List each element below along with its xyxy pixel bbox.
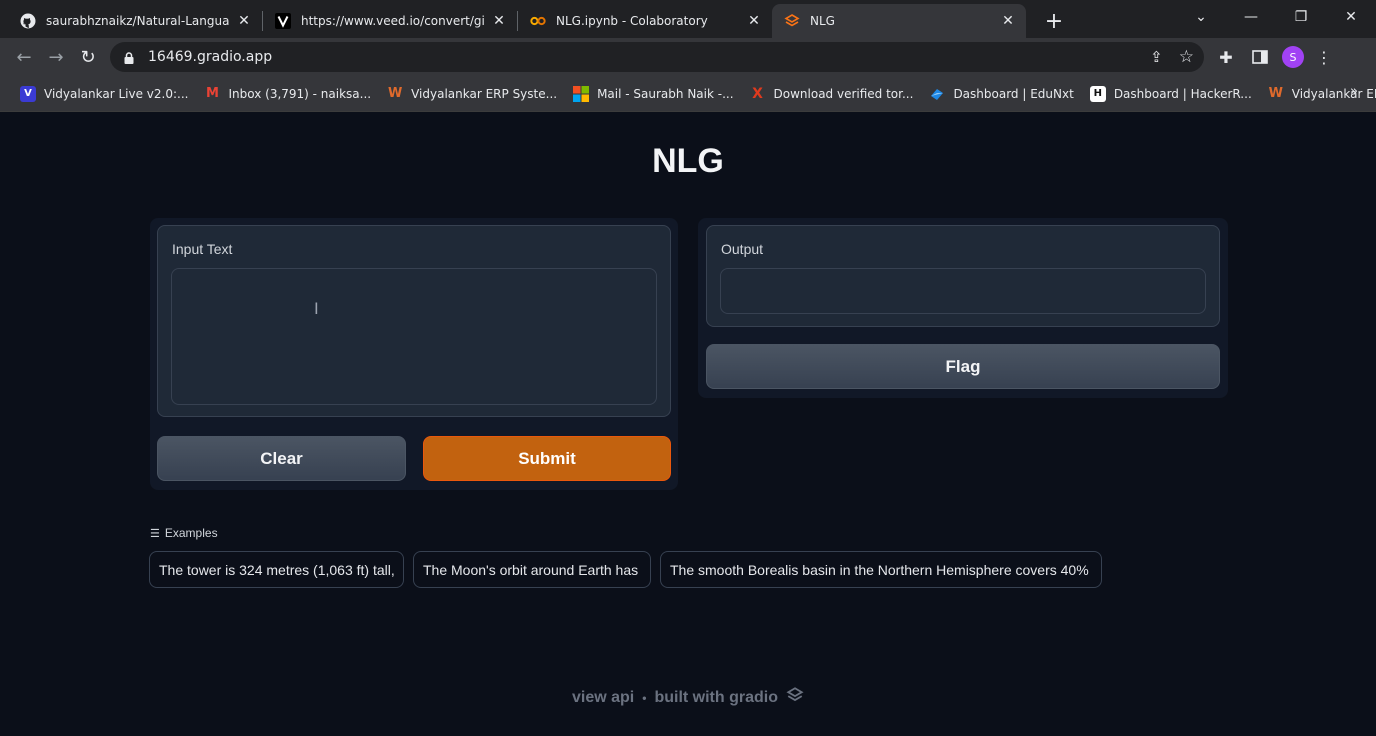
examples-header: ☰ Examples — [150, 526, 218, 540]
restore-icon[interactable]: ❐ — [1276, 0, 1326, 34]
browser-toolbar: ← → ↻ 16469.gradio.app ⇪ ☆ ✚ S ⋮ — [0, 38, 1376, 76]
microsoft-icon — [573, 85, 590, 102]
browser-chrome: saurabhznaikz/Natural-Language-Ge ✕ http… — [0, 0, 1376, 112]
url-text: 16469.gradio.app — [148, 49, 273, 65]
close-icon[interactable]: ✕ — [1000, 13, 1016, 29]
tab-veed[interactable]: https://www.veed.io/convert/gif-cor ✕ — [263, 4, 517, 38]
torrent-icon: X — [752, 85, 763, 102]
output-label: Output — [721, 241, 764, 257]
page-title: NLG — [652, 142, 724, 180]
flag-button[interactable]: Flag — [706, 344, 1220, 389]
list-icon: ☰ — [150, 527, 160, 540]
bookmark-item[interactable]: H Dashboard | HackerR... — [1082, 80, 1260, 108]
bookmark-label: Dashboard | EduNxt — [953, 86, 1074, 101]
bookmark-label: Download verified tor... — [773, 86, 914, 101]
built-with-gradio-link[interactable]: built with gradio — [654, 689, 778, 707]
text-cursor-icon: I — [314, 299, 319, 318]
reload-icon[interactable]: ↻ — [72, 41, 104, 73]
bookmark-item[interactable]: W Vidyalankar ERP Syste... — [379, 80, 565, 108]
gradio-logo-icon — [786, 686, 804, 709]
output-block: Output — [706, 225, 1220, 327]
edunxt-icon — [929, 86, 945, 102]
address-bar[interactable]: 16469.gradio.app ⇪ ☆ — [110, 42, 1204, 72]
hackerrank-icon: H — [1089, 85, 1106, 102]
bookmark-label: Dashboard | HackerR... — [1113, 86, 1252, 101]
tab-colab[interactable]: NLG.ipynb - Colaboratory ✕ — [518, 4, 772, 38]
tab-nlg[interactable]: NLG ✕ — [772, 4, 1026, 38]
bookmark-item[interactable]: M Inbox (3,791) - naiksa... — [196, 80, 379, 108]
sidebar-icon[interactable] — [1248, 50, 1272, 64]
bookmarks-bar: V Vidyalankar Live v2.0:... M Inbox (3,791… — [0, 76, 1376, 112]
vidyalankar-erp-icon: W — [387, 86, 403, 101]
back-icon[interactable]: ← — [8, 41, 40, 73]
examples-label: Examples — [164, 526, 218, 540]
bookmark-item[interactable]: W Vidyalankar ERP Syste... — [1260, 80, 1376, 108]
bookmark-item[interactable]: V Vidyalankar Live v2.0:... — [12, 80, 196, 108]
bookmark-label: Vidyalankar ERP Syste... — [1291, 86, 1376, 101]
tab-label: NLG.ipynb - Colaboratory — [556, 14, 708, 28]
close-icon[interactable]: ✕ — [746, 13, 762, 29]
close-window-icon[interactable]: ✕ — [1326, 0, 1376, 34]
share-icon[interactable]: ⇪ — [1150, 48, 1163, 66]
bookmark-item[interactable]: X Download verified tor... — [742, 80, 922, 108]
example-item[interactable]: The Moon's orbit around Earth has — [413, 551, 651, 588]
extensions-icon[interactable]: ✚ — [1214, 48, 1238, 67]
tab-label: saurabhznaikz/Natural-Language-Ge — [46, 14, 230, 28]
forward-icon[interactable]: → — [40, 41, 72, 73]
example-item[interactable]: The smooth Borealis basin in the Norther… — [660, 551, 1102, 588]
bookmark-label: Inbox (3,791) - naiksa... — [228, 86, 372, 101]
view-api-link[interactable]: view api — [572, 689, 634, 707]
submit-button[interactable]: Submit — [423, 436, 671, 481]
veed-icon — [275, 13, 291, 29]
gmail-icon: M — [206, 86, 219, 101]
avatar[interactable]: S — [1282, 46, 1304, 68]
close-icon[interactable]: ✕ — [491, 13, 507, 29]
input-block: Input Text I — [157, 225, 671, 417]
github-icon — [20, 13, 36, 29]
close-icon[interactable]: ✕ — [236, 13, 252, 29]
tab-search-icon[interactable]: ⌄ — [1176, 0, 1226, 34]
bookmark-label: Vidyalankar Live v2.0:... — [44, 86, 189, 101]
bookmark-item[interactable]: Mail - Saurabh Naik -... — [565, 80, 741, 108]
clear-button[interactable]: Clear — [157, 436, 406, 481]
example-item[interactable]: The tower is 324 metres (1,063 ft) tall, — [149, 551, 404, 588]
window-controls: ⌄ — ❐ ✕ — [1176, 0, 1376, 34]
footer: view api • built with gradio — [0, 686, 1376, 709]
bookmark-label: Vidyalankar ERP Syste... — [411, 86, 558, 101]
tab-strip: saurabhznaikz/Natural-Language-Ge ✕ http… — [0, 0, 1376, 38]
input-textarea[interactable]: I — [171, 268, 657, 405]
menu-icon[interactable]: ⋮ — [1314, 48, 1334, 67]
tab-label: NLG — [810, 14, 835, 28]
bookmark-star-icon[interactable]: ☆ — [1179, 47, 1194, 67]
minimize-icon[interactable]: — — [1226, 0, 1276, 34]
vidyalankar-erp-icon: W — [1268, 86, 1283, 101]
output-textbox[interactable] — [720, 268, 1206, 314]
bookmark-item[interactable]: Dashboard | EduNxt — [921, 80, 1081, 108]
footer-separator: • — [642, 690, 647, 705]
colab-icon — [530, 13, 546, 29]
lock-icon — [122, 50, 136, 64]
new-tab-button[interactable]: + — [1040, 7, 1068, 35]
vidyalankar-live-icon: V — [20, 85, 36, 102]
bookmark-label: Mail - Saurabh Naik -... — [597, 86, 734, 101]
tab-label: https://www.veed.io/convert/gif-cor — [301, 14, 485, 28]
bookmarks-overflow-button[interactable]: » — [1350, 84, 1358, 99]
gradio-icon — [784, 13, 800, 29]
input-label: Input Text — [172, 241, 233, 257]
gradio-app: NLG Input Text I Clear Submit Output Fla… — [0, 112, 1376, 736]
tab-github[interactable]: saurabhznaikz/Natural-Language-Ge ✕ — [8, 4, 262, 38]
